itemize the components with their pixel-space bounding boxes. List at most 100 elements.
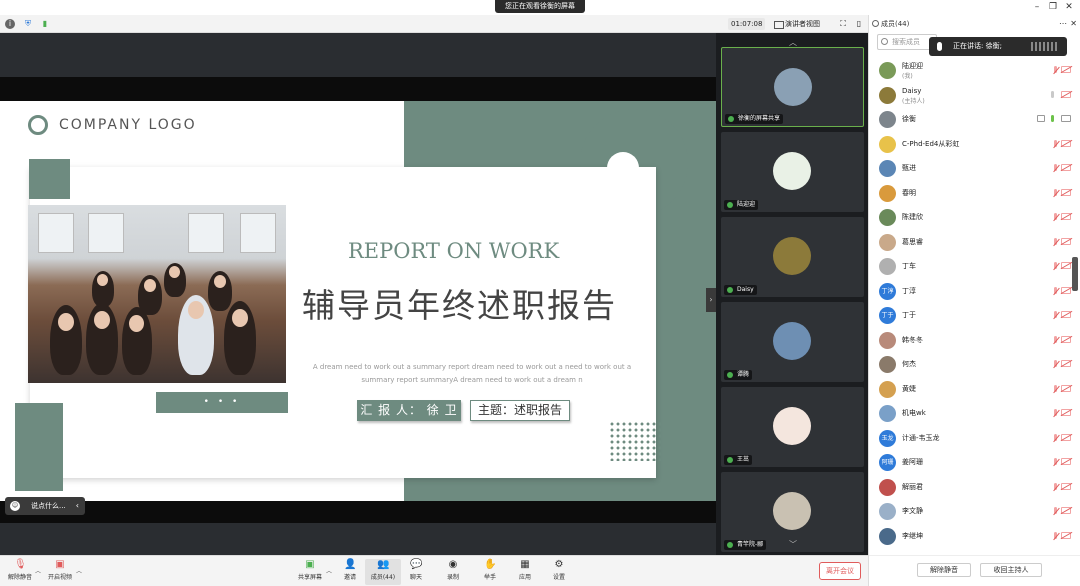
chevron-left-icon[interactable]: ‹ [76,497,79,515]
microphone-icon[interactable] [1049,115,1057,124]
camera-off-icon[interactable] [1061,384,1071,392]
settings-button[interactable]: ⚙ 设置 [541,559,577,585]
unmute-button[interactable]: 🎙 解除静音 [2,559,38,585]
camera-off-icon[interactable] [1061,507,1071,514]
camera-icon[interactable] [1061,115,1071,122]
video-tile[interactable]: 徐衡的屏幕共享 [721,47,864,127]
camera-off-icon[interactable] [1061,482,1071,490]
microphone-muted-icon[interactable] [1049,164,1057,173]
microphone-muted-icon[interactable] [1049,531,1057,541]
member-row[interactable]: 葛思睿 [869,231,1080,254]
emoji-icon[interactable]: ☺ [10,501,20,511]
microphone-muted-icon[interactable] [1049,433,1057,443]
camera-off-icon[interactable] [1061,458,1071,465]
video-tile[interactable]: 王茁 [721,387,864,467]
video-tile[interactable]: 陆迎迎 [721,132,864,212]
more-icon[interactable]: ⋯ [1059,15,1067,33]
fullscreen-icon[interactable]: ⛶ [838,19,848,29]
slide-decor-square [29,159,70,199]
invite-button[interactable]: 👤 邀请 [332,559,368,585]
microphone-muted-icon[interactable] [1049,384,1057,394]
scrollbar[interactable] [1072,257,1078,291]
camera-off-icon[interactable] [1061,188,1071,196]
microphone-muted-icon[interactable] [1049,360,1057,369]
collapse-video-button[interactable]: › [706,288,716,312]
member-row[interactable]: 陆迎迎 (我) [869,59,1080,82]
info-icon[interactable]: i [5,19,15,29]
mute-all-button[interactable]: 解除静音 [917,563,971,577]
member-row[interactable]: 韩冬冬 [869,329,1080,352]
apps-button[interactable]: ▦ 应用 [507,559,543,585]
raise-hand-button[interactable]: ✋ 举手 [472,559,508,585]
share-screen-button[interactable]: ▣ 共享屏幕 [292,559,328,585]
member-row[interactable]: Daisy (主持人) [869,84,1080,107]
member-row[interactable]: 丁于 丁于 [869,304,1080,327]
microphone-muted-icon[interactable] [1049,213,1057,222]
leave-meeting-button[interactable]: 离开会议 [819,562,861,580]
view-mode-button[interactable]: 演讲者视图 [773,18,820,30]
member-row[interactable]: 徐衡 [869,108,1080,131]
close-icon[interactable]: ✕ [1062,1,1076,13]
microphone-muted-icon[interactable] [1049,262,1057,271]
member-row[interactable]: 春明 [869,182,1080,205]
member-row[interactable]: 解丽君 [869,476,1080,499]
camera-off-icon[interactable] [1061,531,1071,539]
chevron-down-icon[interactable]: ﹀ [789,539,797,550]
chat-button[interactable]: 💬 聊天 [398,559,434,585]
member-row[interactable]: 丁淳 丁淳 [869,280,1080,303]
camera-off-icon[interactable] [1061,164,1071,171]
camera-off-icon[interactable] [1061,335,1071,343]
member-row[interactable]: 李继坤 [869,525,1080,548]
camera-off-icon[interactable] [1061,90,1071,98]
avatar [879,86,896,104]
microphone-muted-icon[interactable] [1049,482,1057,492]
camera-off-icon[interactable] [1061,262,1071,269]
member-row[interactable]: 丁车 [869,255,1080,278]
chevron-up-icon[interactable]: ︿ [35,566,41,575]
video-tile[interactable]: Daisy [721,217,864,297]
chevron-up-icon[interactable]: ︿ [76,566,82,575]
microphone-muted-icon[interactable] [1049,66,1057,75]
camera-off-icon[interactable] [1061,237,1071,245]
reclaim-host-button[interactable]: 收回主持人 [980,563,1042,577]
camera-off-icon[interactable] [1061,360,1071,367]
camera-off-icon[interactable] [1061,66,1071,73]
record-button[interactable]: ◉ 录制 [435,559,471,585]
member-row[interactable]: 李文静 [869,500,1080,523]
member-row[interactable]: 甄进 [869,157,1080,180]
microphone-muted-icon[interactable] [1049,188,1057,198]
members-button[interactable]: 👥 成员(44) [365,559,401,585]
layout-icon[interactable]: ▯ [854,19,864,29]
microphone-muted-icon[interactable] [1049,458,1057,467]
camera-off-icon[interactable] [1061,409,1071,416]
minimize-icon[interactable]: – [1030,1,1044,13]
start-video-button[interactable]: ▣ 开启视频 [42,559,78,585]
camera-off-icon[interactable] [1061,213,1071,220]
member-row[interactable]: 何杰 [869,353,1080,376]
microphone-muted-icon[interactable] [1049,286,1057,296]
member-row[interactable]: C-Phd-Ed4从彩虹 [869,133,1080,156]
member-row[interactable]: 阿珊 姜阿珊 [869,451,1080,474]
microphone-muted-icon[interactable] [1049,139,1057,149]
microphone-muted-icon[interactable] [1049,409,1057,418]
microphone-icon[interactable] [1049,90,1057,100]
camera-off-icon[interactable] [1061,433,1071,441]
member-row[interactable]: 黄婕 [869,378,1080,401]
shield-icon[interactable]: ⛨ [23,19,33,29]
camera-off-icon[interactable] [1061,286,1071,294]
close-panel-icon[interactable]: ✕ [1070,15,1077,33]
member-row[interactable]: 陈建欣 [869,206,1080,229]
signal-icon[interactable]: ▮ [40,19,50,29]
restore-icon[interactable]: ❐ [1046,1,1060,13]
member-row[interactable]: 玉龙 计通-韦玉龙 [869,427,1080,450]
camera-off-icon[interactable] [1061,311,1071,318]
chat-input[interactable]: ☺ 说点什么... ‹ [5,497,85,515]
member-search-input[interactable]: 搜索成员 [877,34,937,50]
microphone-muted-icon[interactable] [1049,237,1057,247]
camera-off-icon[interactable] [1061,139,1071,147]
microphone-muted-icon[interactable] [1049,507,1057,516]
microphone-muted-icon[interactable] [1049,335,1057,345]
microphone-muted-icon[interactable] [1049,311,1057,320]
member-row[interactable]: 机电wk [869,402,1080,425]
video-tile[interactable]: 谭腾 [721,302,864,382]
